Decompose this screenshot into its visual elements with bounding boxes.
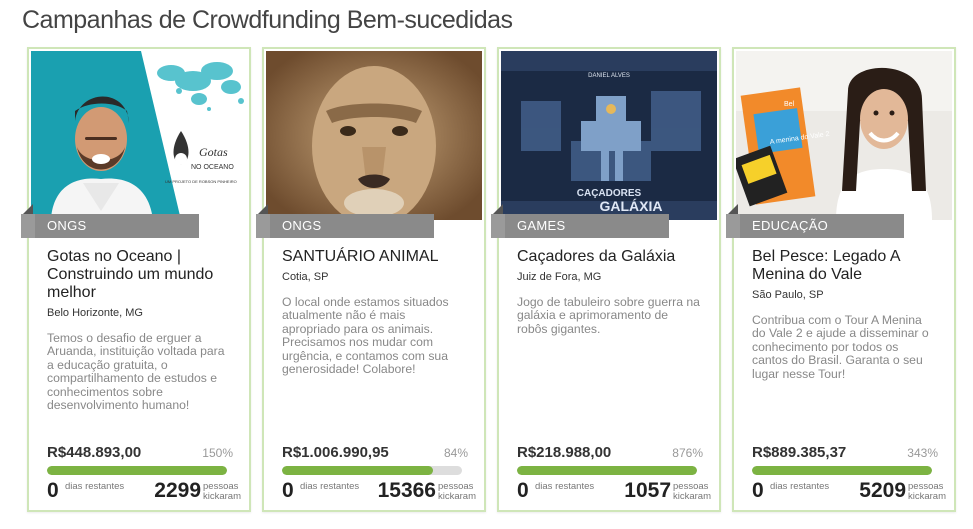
backers-count: 2299 [154,479,201,502]
days-label: dias restantes [300,481,360,492]
campaign-location: Cotia, SP [282,271,329,283]
progress-bar [282,466,462,475]
backers-label: pessoas kickaram [203,481,242,502]
campaign-card[interactable]: DANIEL ALVES CAÇADORES GALÁXIA GAMES Caç… [491,47,721,512]
campaign-title[interactable]: Caçadores da Galáxia [517,248,717,266]
backers-label: pessoas kickaram [673,481,712,502]
campaign-title[interactable]: Bel Pesce: Legado A Menina do Vale [752,248,952,284]
backers-label: pessoas kickaram [908,481,947,502]
days-label: dias restantes [535,481,595,492]
campaign-image[interactable]: DANIEL ALVES CAÇADORES GALÁXIA [501,51,717,220]
days-remaining: 0 [282,479,294,502]
backers-count: 1057 [624,479,671,502]
progress-fill [47,466,227,475]
funded-percent: 84% [443,446,468,460]
days-label: dias restantes [770,481,830,492]
category-tag: ONGS [256,204,434,238]
campaign-title[interactable]: SANTUÁRIO ANIMAL [282,248,482,266]
campaign-image[interactable]: Bel A menina do Vale 2 [736,51,952,220]
amount-raised: R$448.893,00 [47,444,142,461]
campaign-image[interactable] [266,51,482,220]
days-label: dias restantes [65,481,125,492]
campaign-location: São Paulo, SP [752,289,824,301]
page-title: Campanhas de Crowdfunding Bem-sucedidas [22,6,513,34]
campaign-card[interactable]: Bel A menina do Vale 2 EDUCAÇÃO Bel Pesc… [726,47,956,512]
campaign-card[interactable]: Gotas NO OCEANO UM PROJETO DE ROBSON PIN… [21,47,251,512]
progress-fill [517,466,697,475]
funded-percent: 150% [202,446,233,460]
category-tag: ONGS [21,204,199,238]
progress-fill [282,466,434,475]
svg-text:Gotas: Gotas [199,145,228,159]
funded-percent: 876% [672,446,703,460]
days-remaining: 0 [517,479,529,502]
svg-text:DANIEL ALVES: DANIEL ALVES [588,73,630,79]
days-remaining: 0 [47,479,59,502]
campaign-location: Belo Horizonte, MG [47,307,143,319]
campaign-title[interactable]: Gotas no Oceano | Construindo um mundo m… [47,248,247,302]
amount-raised: R$218.988,00 [517,444,612,461]
backers-count: 15366 [377,479,436,502]
progress-bar [517,466,697,475]
days-remaining: 0 [752,479,764,502]
svg-text:NO OCEANO: NO OCEANO [191,164,234,171]
campaign-description: Jogo de tabuleiro sobre guerra na galáxi… [517,295,700,336]
amount-raised: R$889.385,37 [752,444,847,461]
svg-text:Bel: Bel [784,101,795,108]
amount-raised: R$1.006.990,95 [282,444,389,461]
campaign-description: Temos o desafio de erguer a Aruanda, ins… [47,331,225,413]
progress-fill [752,466,932,475]
progress-bar [47,466,227,475]
campaign-location: Juiz de Fora, MG [517,271,602,283]
progress-bar [752,466,932,475]
category-tag: EDUCAÇÃO [726,204,904,238]
svg-text:UM PROJETO DE ROBSON PINHEIRO: UM PROJETO DE ROBSON PINHEIRO [165,179,237,184]
category-tag: GAMES [491,204,669,238]
backers-count: 5209 [859,479,906,502]
svg-text:GALÁXIA: GALÁXIA [600,198,663,214]
campaign-image[interactable]: Gotas NO OCEANO UM PROJETO DE ROBSON PIN… [31,51,247,220]
funded-percent: 343% [907,446,938,460]
campaign-card[interactable]: ONGS SANTUÁRIO ANIMAL Cotia, SP O local … [256,47,486,512]
backers-label: pessoas kickaram [438,481,477,502]
campaign-description: Contribua com o Tour A Menina do Vale 2 … [752,313,929,381]
campaign-description: O local onde estamos situados atualmente… [282,295,449,377]
